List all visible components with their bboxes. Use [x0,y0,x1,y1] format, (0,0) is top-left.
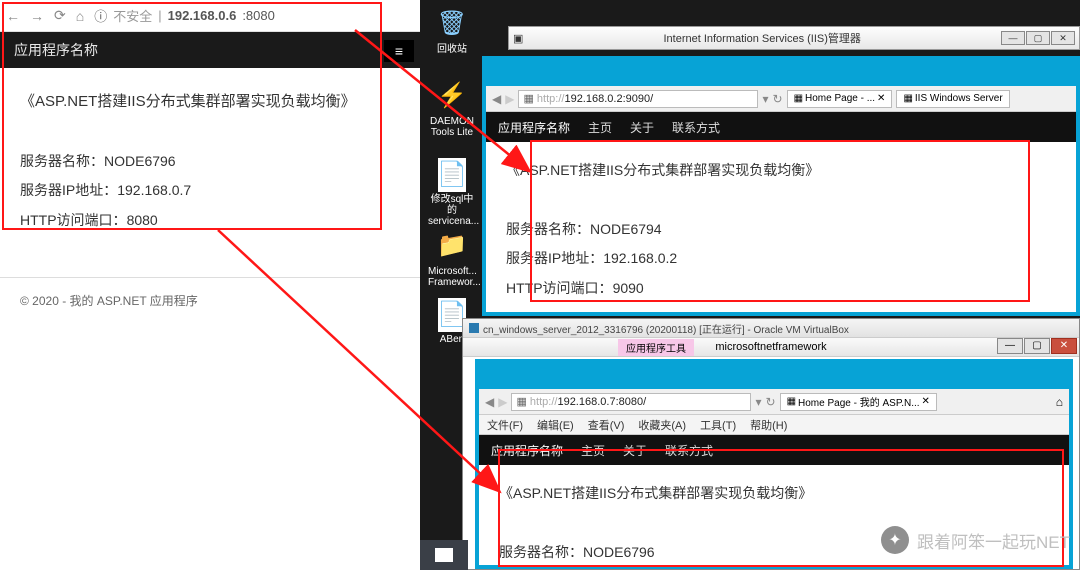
sql-txt-icon[interactable]: 📄修改sql中的servicena... [428,158,476,227]
browser-tab[interactable]: ▦ IIS Windows Server [896,90,1009,108]
iis-icon: ▣ [513,32,523,45]
app-title[interactable]: 应用程序名称 [498,119,570,136]
refresh-icon[interactable]: ↻ [766,395,776,409]
menu-tools[interactable]: 工具(T) [700,417,736,433]
start-button[interactable] [435,548,453,562]
menu-view[interactable]: 查看(V) [588,417,625,433]
recycle-bin-icon[interactable]: 🗑回收站 [428,6,476,55]
menu-fav[interactable]: 收藏夹(A) [638,417,686,433]
home-icon[interactable]: ⌂ [1056,395,1063,409]
explorer-tool-tab[interactable]: 应用程序工具 [618,339,694,356]
ie-menubar: 文件(F) 编辑(E) 查看(V) 收藏夹(A) 工具(T) 帮助(H) [479,415,1069,435]
vbox-titlebar[interactable]: cn_windows_server_2012_3316796 (20200118… [463,319,1079,337]
min-button[interactable]: — [1001,31,1025,45]
watermark: ✦ 跟着阿笨一起玩NET [881,526,1070,554]
address-bar[interactable]: ▦ http://192.168.0.7:8080/ [511,393,751,411]
virtualbox-icon [469,323,479,333]
ie-toolbar: ◀ ▶ ▦ http://192.168.0.2:9090/ ▾ ↻ ▦ Hom… [486,86,1076,112]
back-icon[interactable]: ◀ [492,92,501,106]
menu-help[interactable]: 帮助(H) [750,417,787,433]
app-nav: 应用程序名称 主页 关于 联系方式 [486,112,1076,142]
nav-contact[interactable]: 联系方式 [672,119,720,136]
iis-title: Internet Information Services (IIS)管理器 [523,30,1001,46]
dropdown-icon[interactable]: ▾ [762,92,768,106]
annotation-box [2,2,382,230]
taskbar[interactable] [420,540,468,570]
dropdown-icon[interactable]: ▾ [755,395,761,409]
vbox-title-text: cn_windows_server_2012_3316796 (20200118… [483,321,849,336]
daemon-tools-icon[interactable]: ⚡DAEMON Tools Lite [428,78,476,138]
explorer-title: 应用程序工具 microsoftnetframework —▢✕ [463,337,1079,357]
min-button[interactable]: — [997,338,1023,354]
annotation-box [530,140,1030,302]
hamburger-icon[interactable]: ≡ [384,40,414,62]
browser-tab[interactable]: ▦ Home Page - ... ✕ [787,90,893,108]
watermark-text: 跟着阿笨一起玩NET [917,528,1070,553]
explorer-title-text: microsoftnetframework [715,341,826,353]
browser-tab[interactable]: ▦ Home Page - 我的 ASP.N... ✕ [780,393,937,411]
ie-toolbar: ◀ ▶ ▦ http://192.168.0.7:8080/ ▾ ↻ ▦ Hom… [479,389,1069,415]
wechat-icon: ✦ [881,526,909,554]
msframework-folder-icon[interactable]: 📁Microsoft... Framewor... [428,228,476,288]
address-bar[interactable]: ▦ http://192.168.0.2:9090/ [518,90,758,108]
forward-icon[interactable]: ▶ [505,92,514,106]
nav-about[interactable]: 关于 [630,119,654,136]
max-button[interactable]: ▢ [1026,31,1050,45]
close-button[interactable]: ✕ [1051,338,1077,354]
forward-icon[interactable]: ▶ [498,395,507,409]
nav-home[interactable]: 主页 [588,119,612,136]
back-icon[interactable]: ◀ [485,395,494,409]
close-button[interactable]: ✕ [1051,31,1075,45]
iis-manager-window[interactable]: ▣ Internet Information Services (IIS)管理器… [508,26,1080,60]
ie-titlebar[interactable] [479,363,1069,389]
menu-edit[interactable]: 编辑(E) [537,417,574,433]
max-button[interactable]: ▢ [1024,338,1050,354]
refresh-icon[interactable]: ↻ [773,92,783,106]
menu-file[interactable]: 文件(F) [487,417,523,433]
ie-titlebar[interactable] [486,60,1076,86]
page-footer: © 2020 - 我的 ASP.NET 应用程序 [0,277,420,323]
